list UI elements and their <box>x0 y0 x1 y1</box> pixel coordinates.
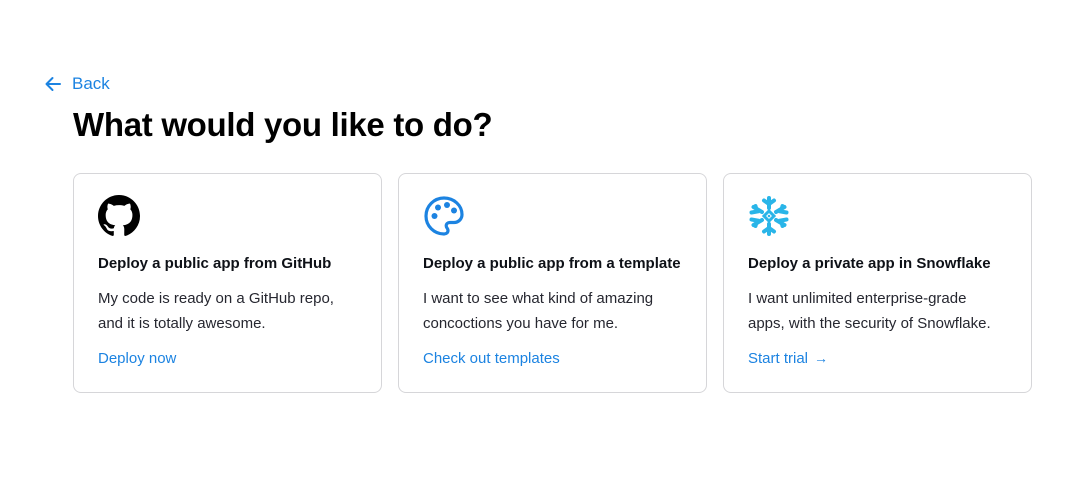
snowflake-icon <box>748 195 790 237</box>
card-deploy-snowflake[interactable]: Deploy a private app in Snowflake I want… <box>723 173 1032 393</box>
card-description: I want to see what kind of amazing conco… <box>423 289 654 332</box>
deploy-now-label: Deploy now <box>98 349 177 367</box>
back-link[interactable]: Back <box>43 74 110 94</box>
check-out-templates-label: Check out templates <box>423 349 560 367</box>
palette-icon <box>423 195 465 237</box>
card-title: Deploy a private app in Snowflake <box>748 255 991 272</box>
card-description: I want unlimited enterprise-grade apps, … <box>748 289 991 332</box>
arrow-left-icon <box>43 74 63 94</box>
card-deploy-template[interactable]: Deploy a public app from a template I wa… <box>398 173 707 393</box>
arrow-right-icon: → <box>814 350 829 366</box>
start-trial-link[interactable]: Start trial → <box>748 350 828 367</box>
card-description: My code is ready on a GitHub repo, and i… <box>98 289 334 332</box>
card-title: Deploy a public app from GitHub <box>98 255 332 272</box>
options-list: Deploy a public app from GitHub My code … <box>73 173 1032 393</box>
github-icon <box>98 195 140 237</box>
card-title: Deploy a public app from a template <box>423 255 681 272</box>
card-deploy-github[interactable]: Deploy a public app from GitHub My code … <box>73 173 382 393</box>
start-trial-label: Start trial <box>748 349 809 367</box>
page-title: What would you like to do? <box>73 106 493 143</box>
check-out-templates-link[interactable]: Check out templates <box>423 350 560 367</box>
back-label: Back <box>72 74 110 93</box>
deploy-now-link[interactable]: Deploy now <box>98 350 176 367</box>
